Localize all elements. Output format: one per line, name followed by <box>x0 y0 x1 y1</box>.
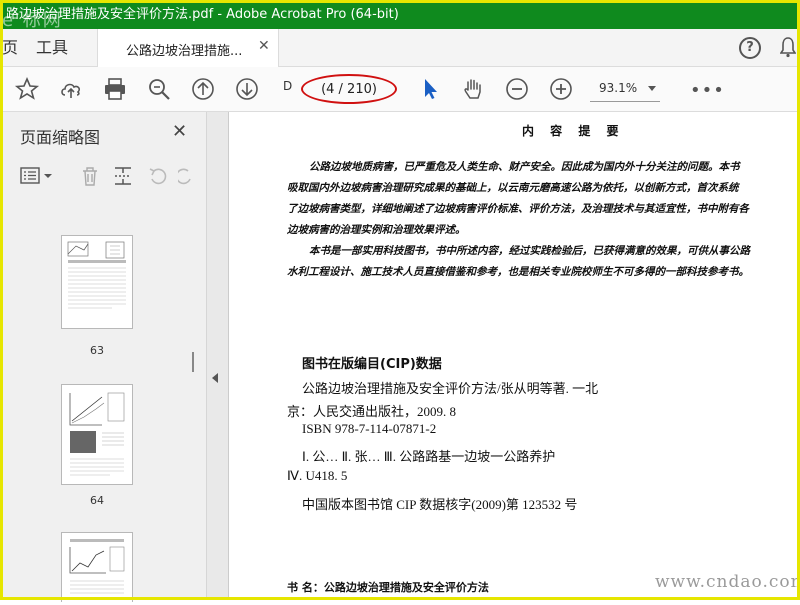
page-thumbnail[interactable] <box>61 384 133 485</box>
tab-bar: 页 工具 公路边坡治理措施... ✕ <box>0 29 800 68</box>
page-number-input[interactable]: D <box>283 79 292 93</box>
intro-paragraph-line: 水利工程设计、施工技术人员直接借鉴和参考，也是相关专业院校师生不可多得的一部科技… <box>287 266 749 278</box>
panel-close-icon[interactable]: ✕ <box>172 121 187 142</box>
delete-page-icon[interactable] <box>78 164 102 188</box>
panel-scrollbar[interactable] <box>188 204 201 594</box>
cloud-upload-icon[interactable] <box>58 76 84 102</box>
zoom-level-select[interactable]: 93.1% <box>599 81 637 95</box>
thumbnail-options-icon[interactable] <box>20 164 54 188</box>
select-cursor-icon[interactable] <box>418 76 444 102</box>
zoom-in-icon[interactable] <box>548 76 574 102</box>
panel-title: 页面缩略图 <box>20 128 101 147</box>
hand-tool-icon[interactable] <box>460 76 486 102</box>
thumbnail-label: 63 <box>90 344 104 357</box>
intro-title: 内 容 提 要 <box>522 124 625 138</box>
window-title: 路边坡治理措施及安全评价方法.pdf - Adobe Acrobat Pro (… <box>6 7 399 22</box>
highlight-annotation-ellipse <box>301 74 397 104</box>
rotate-right-icon[interactable] <box>175 164 202 188</box>
cip-line: Ⅳ. U418. 5 <box>287 468 348 483</box>
titlebar-watermark: e 标网 <box>2 10 63 29</box>
tab-document-label: 公路边坡治理措施... <box>126 44 243 59</box>
window-titlebar: 路边坡治理措施及安全评价方法.pdf - Adobe Acrobat Pro (… <box>0 0 800 29</box>
page-preview-image <box>69 392 125 476</box>
cip-line: Ⅰ. 公… Ⅱ. 张… Ⅲ. 公路路基一边坡一公路养护 <box>302 449 556 464</box>
intro-paragraph-line: 了边坡病害类型，详细地阐述了边坡病害评价标准、评价方法，及治理技术与其适宜性，书… <box>287 203 749 215</box>
tab-home-partial[interactable]: 页 <box>2 29 18 67</box>
zoom-out-icon[interactable] <box>504 76 530 102</box>
page-thumbnail[interactable] <box>61 235 133 329</box>
site-watermark: www.cndao.com <box>655 572 800 592</box>
zoom-underline <box>590 101 660 102</box>
page-preview-image <box>67 241 126 309</box>
intro-paragraph-line: 本书是一部实用科技图书，书中所述内容，经过实践检验后，已获得满意的效果，可供从事… <box>309 245 750 257</box>
page-preview-image <box>69 539 125 594</box>
zoom-search-icon[interactable] <box>146 76 172 102</box>
tab-close-icon[interactable]: ✕ <box>258 38 270 54</box>
notification-bell-icon[interactable] <box>779 35 797 59</box>
book-title-line: 书 名：公路边坡治理措施及安全评价方法 <box>287 581 489 594</box>
page-thumbnails-panel: 页面缩略图 ✕ 63 64 <box>0 112 207 602</box>
tab-tools[interactable]: 工具 <box>36 29 68 67</box>
cip-line: 京：人民交通出版社，2009. 8 <box>287 404 457 419</box>
next-page-icon[interactable] <box>234 76 260 102</box>
thumbnail-label: 64 <box>90 494 104 507</box>
intro-paragraph-line: 吸取国内外边坡病害治理研究成果的基础上，以云南元磨高速公路为依托，以创新方式，首… <box>287 182 739 194</box>
panel-toolbar <box>0 156 207 196</box>
page-thumbnail[interactable] <box>61 532 133 602</box>
print-icon[interactable] <box>102 76 128 102</box>
collapse-panel-chevron-left-icon[interactable] <box>212 373 218 383</box>
intro-paragraph-line: 边坡病害的治理实例和治理效果评述。 <box>287 224 466 236</box>
cip-line: 中国版本图书馆 CIP 数据核字(2009)第 123532 号 <box>302 497 578 512</box>
previous-page-icon[interactable] <box>190 76 216 102</box>
cip-line: ISBN 978-7-114-07871-2 <box>302 421 437 436</box>
zoom-dropdown-chevron-icon[interactable] <box>648 86 656 91</box>
main-toolbar: D (4 / 210) 93.1% ••• <box>0 67 800 112</box>
bookmark-star-icon[interactable] <box>14 76 40 102</box>
panel-scrollbar-thumb[interactable] <box>192 352 194 372</box>
more-tools-icon[interactable]: ••• <box>690 80 725 101</box>
help-icon[interactable]: ? <box>739 37 761 59</box>
intro-paragraph-line: 公路边坡地质病害，已严重危及人类生命、财产安全。因此成为国内外十分关注的问题。本… <box>309 161 740 173</box>
cip-heading: 图书在版编目(CIP)数据 <box>302 357 442 372</box>
pdf-page: 内 容 提 要 公路边坡地质病害，已严重危及人类生命、财产安全。因此成为国内外十… <box>228 112 800 600</box>
rotate-left-icon[interactable] <box>146 164 170 188</box>
tab-document[interactable]: 公路边坡治理措施... ✕ <box>97 29 279 68</box>
cip-line: 公路边坡治理措施及安全评价方法/张从明等著. 一北 <box>302 381 599 396</box>
extract-page-icon[interactable] <box>111 164 135 188</box>
